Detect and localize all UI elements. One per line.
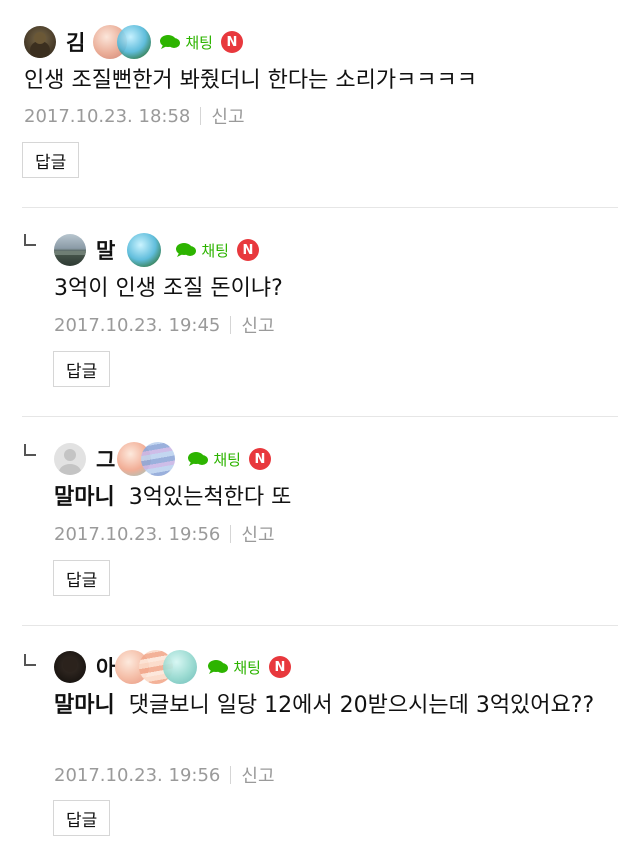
divider bbox=[22, 625, 618, 626]
chat-label: 채팅 bbox=[201, 241, 229, 260]
comment-text: 3억있는척한다 또 bbox=[128, 485, 292, 510]
reply-indent-icon bbox=[24, 654, 36, 666]
sticker-overlay bbox=[109, 233, 162, 267]
reply-button[interactable]: 답글 bbox=[22, 142, 80, 178]
avatar[interactable] bbox=[54, 651, 86, 683]
report-link[interactable]: 신고 bbox=[211, 103, 244, 129]
chat-bubble-icon bbox=[160, 35, 181, 49]
chat-label: 채팅 bbox=[233, 658, 261, 677]
comment-text-wrapper: 말마니 3억있는척한다 또 bbox=[54, 481, 291, 515]
report-link[interactable]: 신고 bbox=[241, 762, 274, 788]
chat-bubble-icon bbox=[188, 452, 209, 466]
reply-indent-icon bbox=[24, 444, 36, 456]
n-badge-icon: N bbox=[248, 448, 271, 470]
chat-label: 채팅 bbox=[185, 33, 213, 52]
meta-divider bbox=[230, 316, 232, 334]
comment-date: 2017.10.23. 19:45 bbox=[54, 314, 221, 336]
avatar-default-icon[interactable] bbox=[54, 443, 86, 475]
meta-divider bbox=[230, 525, 232, 543]
reply-button[interactable]: 답글 bbox=[53, 351, 111, 387]
divider bbox=[22, 416, 618, 417]
avatar[interactable] bbox=[24, 26, 56, 58]
sticker-overlay bbox=[79, 25, 152, 59]
report-link[interactable]: 신고 bbox=[241, 521, 274, 547]
person-icon bbox=[59, 449, 81, 475]
avatar[interactable] bbox=[54, 234, 86, 266]
earth-sticker-icon bbox=[117, 25, 152, 59]
divider bbox=[22, 207, 618, 208]
comment-text-wrapper: 말마니 댓글보니 일당 12에서 20받으시는데 3억있어요?? bbox=[54, 689, 599, 723]
sticker-overlay bbox=[109, 650, 198, 684]
avatar-image bbox=[30, 32, 50, 58]
comment-text: 3억이 인생 조질 돈이냐? bbox=[54, 276, 283, 301]
earth-sticker-icon bbox=[127, 233, 162, 267]
n-badge-icon: N bbox=[220, 31, 243, 53]
meta-divider bbox=[200, 107, 202, 125]
comment-date: 2017.10.23. 19:56 bbox=[54, 523, 221, 545]
meta-divider bbox=[230, 766, 232, 784]
mention-nickname[interactable]: 말마니 bbox=[54, 485, 115, 510]
mention-nickname[interactable]: 말마니 bbox=[54, 693, 115, 718]
comment-text: 인생 조질뻔한거 봐줬더니 한다는 소리가ㅋㅋㅋㅋ bbox=[24, 68, 478, 93]
chat-link[interactable]: 채팅 bbox=[187, 449, 241, 470]
n-badge-icon: N bbox=[268, 656, 291, 678]
sticker-overlay bbox=[109, 442, 176, 476]
chat-bubble-icon bbox=[176, 243, 197, 257]
avatar-image bbox=[63, 658, 77, 672]
report-link[interactable]: 신고 bbox=[241, 312, 274, 338]
reply-indent-icon bbox=[24, 234, 36, 246]
n-badge-icon: N bbox=[236, 239, 259, 261]
reply-button[interactable]: 답글 bbox=[53, 560, 111, 596]
chat-link[interactable]: 채팅 bbox=[159, 32, 213, 53]
avatar-image bbox=[54, 251, 86, 255]
jupiter-sticker-icon bbox=[141, 442, 176, 476]
chat-link[interactable]: 채팅 bbox=[175, 240, 229, 261]
chat-link[interactable]: 채팅 bbox=[207, 657, 261, 678]
comment-text: 댓글보니 일당 12에서 20받으시는데 3억있어요?? bbox=[128, 693, 595, 718]
reply-button[interactable]: 답글 bbox=[53, 800, 111, 836]
chat-bubble-icon bbox=[208, 660, 229, 674]
comment-date: 2017.10.23. 18:58 bbox=[24, 105, 191, 127]
comment-date: 2017.10.23. 19:56 bbox=[54, 764, 221, 786]
chat-label: 채팅 bbox=[213, 450, 241, 469]
earth-sticker-icon bbox=[163, 650, 198, 684]
